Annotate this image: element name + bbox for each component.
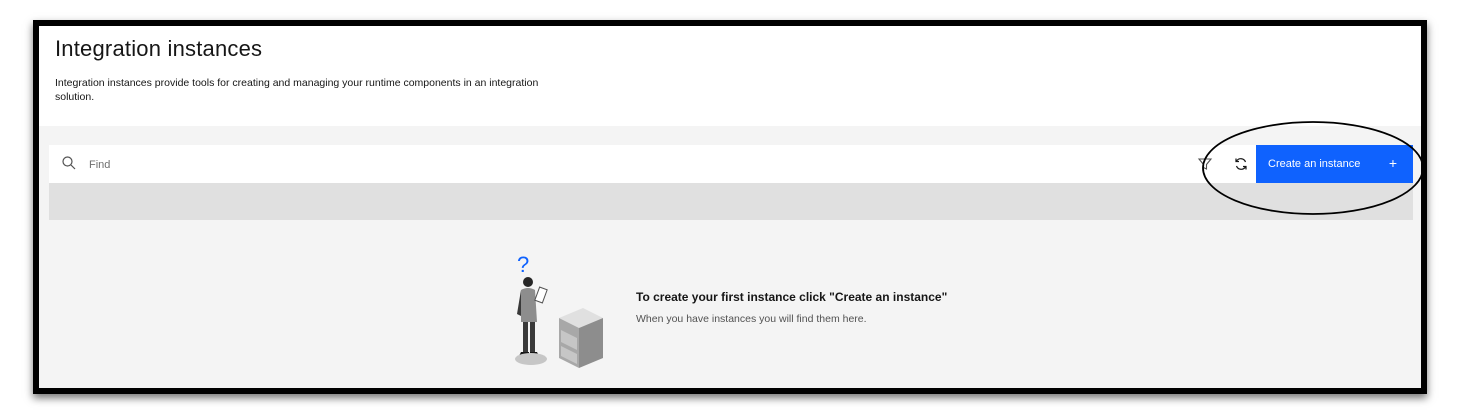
table-header-band [49, 183, 1413, 220]
empty-state-subtext: When you have instances you will find th… [636, 313, 867, 325]
question-mark-icon: ? [517, 252, 529, 277]
filter-icon[interactable] [1197, 156, 1213, 172]
search-input[interactable] [87, 151, 591, 179]
empty-state-heading: To create your first instance click "Cre… [636, 290, 948, 304]
table-toolbar: Create an instance + [49, 145, 1413, 183]
page-header: Integration instances Integration instan… [55, 36, 555, 104]
create-instance-label: Create an instance [1268, 158, 1361, 170]
page-title: Integration instances [55, 36, 263, 61]
search-icon [62, 156, 76, 170]
app-window: Integration instances Integration instan… [33, 20, 1427, 394]
refresh-icon[interactable] [1233, 156, 1249, 172]
create-instance-button[interactable]: Create an instance + [1256, 145, 1413, 183]
page-description: Integration instances provide tools for … [55, 77, 539, 103]
add-icon: + [1388, 155, 1397, 171]
empty-state-illustration: ? [515, 252, 603, 368]
